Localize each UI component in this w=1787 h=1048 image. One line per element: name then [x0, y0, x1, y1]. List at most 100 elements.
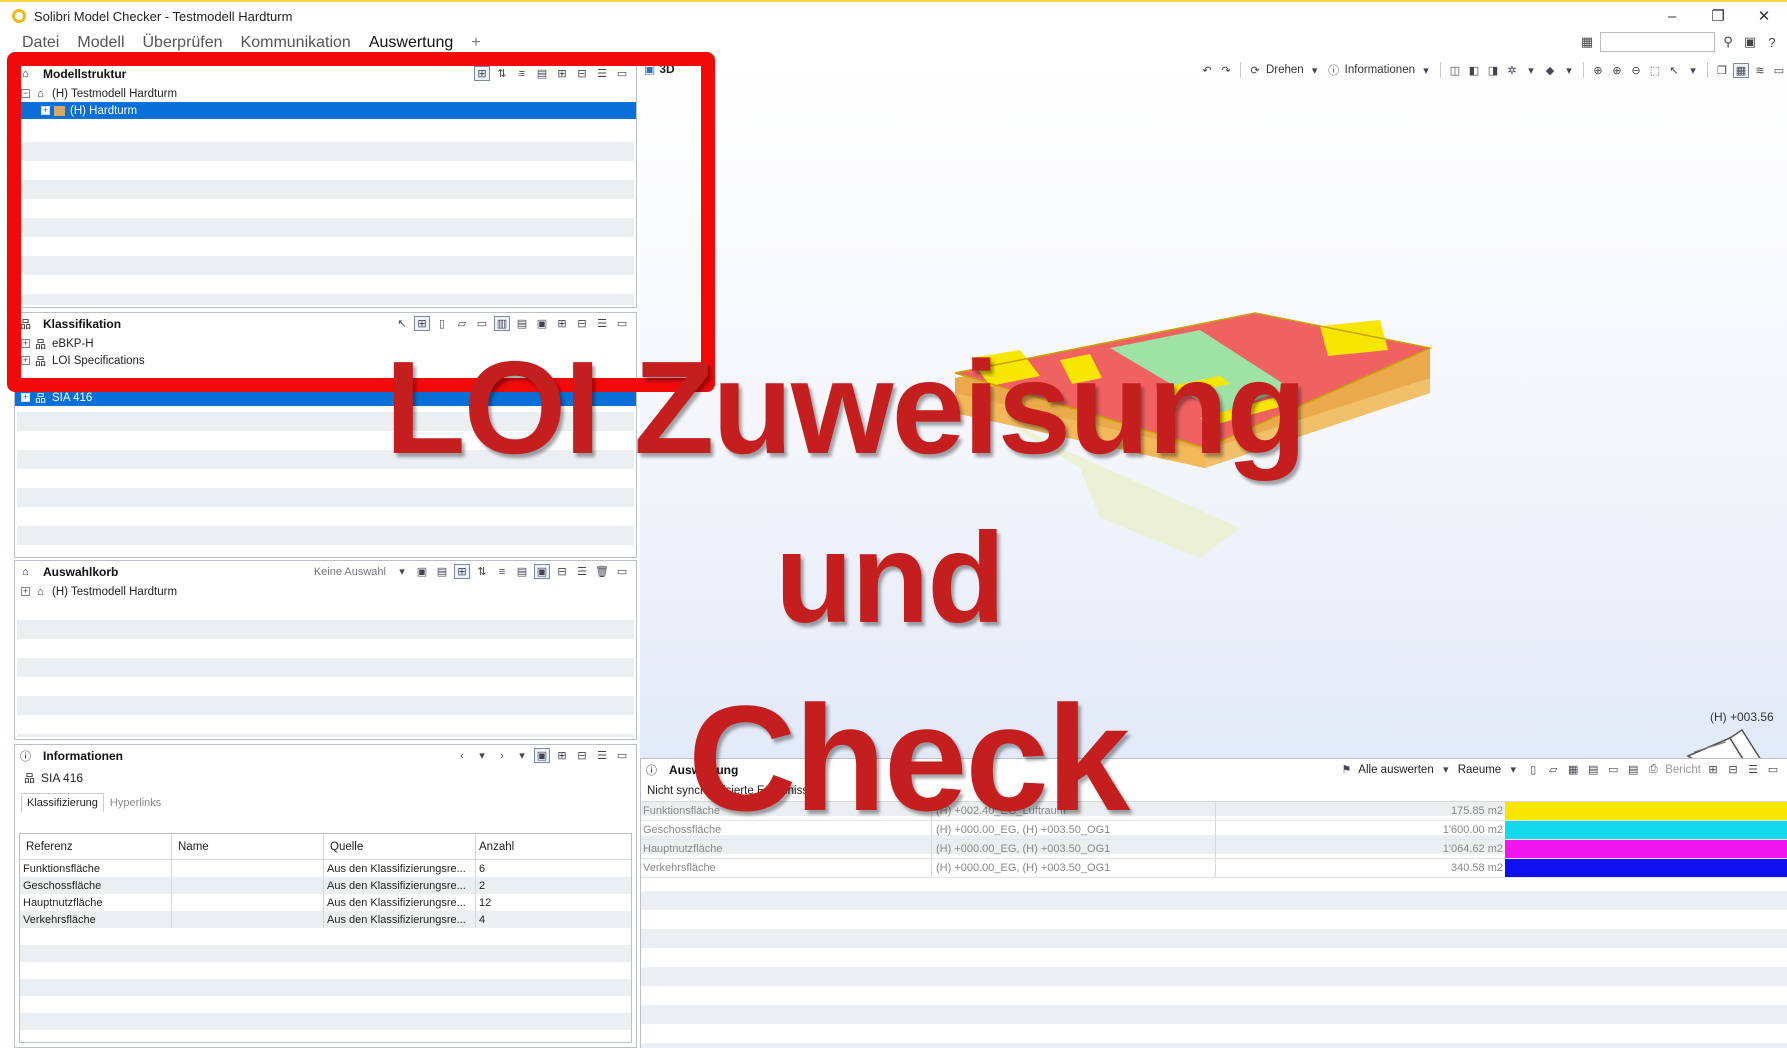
restore-button[interactable]: ❐ [1695, 2, 1741, 30]
info-tabs: Klassifizierung Hyperlinks [21, 793, 636, 812]
tab-hyperlinks[interactable]: Hyperlinks [103, 793, 168, 812]
cell-anzahl: 4 [479, 913, 486, 926]
back-icon[interactable]: ‹ [454, 748, 470, 763]
help-icon[interactable]: ? [1763, 33, 1781, 51]
menu-datei[interactable]: Datei [22, 34, 59, 52]
cell-area: 1'064.62 m2 [1215, 840, 1505, 858]
info-subject: 品 SIA 416 [15, 767, 636, 789]
table-row[interactable]: Funktionsfläche Aus den Klassifizierungs… [20, 860, 631, 877]
expand-icon[interactable]: + [21, 587, 30, 596]
color-swatch [1505, 802, 1787, 820]
table-row[interactable]: Geschossfläche Aus den Klassifizierungsr… [20, 877, 631, 894]
cell-name [172, 911, 324, 928]
maximize-icon[interactable]: ▭ [614, 564, 630, 579]
list-icon[interactable]: ☰ [574, 564, 590, 579]
list-icon[interactable]: ☰ [594, 748, 610, 763]
column-header-referenz[interactable]: Referenz [20, 834, 172, 859]
report-icon[interactable]: ⎙ [1645, 762, 1661, 777]
tab-klassifizierung[interactable]: Klassifizierung [21, 793, 104, 812]
collapse-all-icon[interactable]: ⊟ [1725, 762, 1741, 777]
evaluate-all-dropdown[interactable]: Alle auswerten [1358, 764, 1433, 776]
dropdown-arrow-icon[interactable]: ▾ [1505, 762, 1521, 777]
title-bar: Solibri Model Checker - Testmodell Hardt… [0, 0, 1787, 30]
list-icon[interactable]: ☰ [1745, 762, 1761, 777]
dropdown-arrow-icon[interactable]: ▾ [1438, 762, 1454, 777]
expand-icon[interactable]: + [21, 393, 30, 402]
tree-label: SIA 416 [52, 391, 93, 404]
save-icon[interactable]: ▣ [414, 564, 430, 579]
menu-right-tools: ▦ ⚲ ▣ ? [1578, 32, 1787, 52]
close-button[interactable]: ✕ [1741, 2, 1787, 30]
auswahlkorb-panel: ⌂ Auswahlkorb Keine Auswahl ▾ ▣ ▤ ⊞ ⇅ ≡ … [14, 560, 637, 740]
filter-icon[interactable]: ≡ [494, 564, 510, 579]
forward-icon[interactable]: › [494, 748, 510, 763]
solibri-logo-icon [12, 9, 26, 23]
columns-icon[interactable]: ▤ [514, 564, 530, 579]
save-as-icon[interactable]: ▤ [434, 564, 450, 579]
table-row[interactable]: Hauptnutzfläche Aus den Klassifizierungs… [20, 894, 631, 911]
menu-ueberpruefen[interactable]: Überprüfen [143, 34, 223, 52]
cell-referenz: Geschossfläche [20, 877, 172, 894]
menu-kommunikation[interactable]: Kommunikation [241, 34, 351, 52]
maximize-icon[interactable]: ▭ [614, 748, 630, 763]
sync-icon[interactable]: ▣ [534, 748, 550, 763]
binoculars-icon[interactable]: ⚲ [1719, 33, 1737, 51]
legend-icon[interactable]: ▤ [1625, 762, 1641, 777]
informationen-title: Informationen [43, 749, 123, 763]
menu-auswertung[interactable]: Auswertung [369, 34, 454, 52]
table-row[interactable]: Verkehrsfläche (H) +000.00_EG, (H) +003.… [641, 859, 1787, 878]
tree-row-testmodell[interactable]: + ⌂ (H) Testmodell Hardturm [15, 583, 636, 600]
expand-all-icon[interactable]: ⊞ [554, 748, 570, 763]
save-icon[interactable]: ▣ [1741, 33, 1759, 51]
search-input[interactable] [1600, 32, 1715, 52]
expand-all-icon[interactable]: ⊞ [1705, 762, 1721, 777]
dropdown-arrow-icon[interactable]: ▾ [474, 748, 490, 763]
classification-icon: 品 [24, 773, 35, 785]
color-swatch [1505, 821, 1787, 839]
dropdown-arrow-icon[interactable]: ▾ [514, 748, 530, 763]
layout-icon[interactable]: ▦ [1578, 33, 1596, 51]
chart-icon[interactable]: ▤ [1585, 762, 1601, 777]
cell-floors: (H) +000.00_EG, (H) +003.50_OG1 [931, 859, 1215, 877]
table-row[interactable]: Verkehrsfläche Aus den Klassifizierungsr… [20, 911, 631, 928]
cell-quelle: Aus den Klassifizierungsre... [324, 894, 476, 911]
trash-icon[interactable]: 🗑 [594, 564, 610, 579]
column-header-name[interactable]: Name [172, 834, 324, 859]
cell-name [172, 860, 324, 877]
hierarchy-icon[interactable]: ⊞ [454, 564, 470, 579]
collapse-icon[interactable]: ⊟ [554, 564, 570, 579]
rooms-dropdown[interactable]: Raeume [1458, 764, 1501, 776]
info-icon: ⓘ [646, 765, 657, 777]
column-header-quelle[interactable]: Quelle [324, 834, 476, 859]
minimize-button[interactable]: – [1649, 2, 1695, 30]
auswahlkorb-header: ⌂ Auswahlkorb Keine Auswahl ▾ ▣ ▤ ⊞ ⇅ ≡ … [15, 561, 636, 583]
maximize-icon[interactable]: ▭ [1765, 762, 1781, 777]
cell-name [172, 877, 324, 894]
basket-icon: ⌂ [22, 566, 29, 578]
folder-icon[interactable]: ▭ [1605, 762, 1621, 777]
color-swatch [1505, 840, 1787, 858]
dropdown-arrow-icon[interactable]: ▾ [394, 564, 410, 579]
cell-anzahl: 2 [479, 879, 486, 892]
cell-name [172, 894, 324, 911]
table-header: Referenz Name Quelle Anzahl [20, 834, 631, 860]
selection-dropdown[interactable]: Keine Auswahl [314, 566, 386, 578]
add-tab-button[interactable]: + [471, 34, 480, 52]
select-icon[interactable]: ▣ [534, 564, 550, 579]
informationen-panel: ⓘ Informationen ‹ ▾ › ▾ ▣ ⊞ ⊟ ☰ ▭ 品 SIA … [14, 744, 637, 1048]
report-button[interactable]: Bericht [1665, 764, 1701, 776]
menu-modell[interactable]: Modell [77, 34, 124, 52]
column-header-anzahl[interactable]: Anzahl [476, 834, 631, 859]
sort-icon[interactable]: ⇅ [474, 564, 490, 579]
collapse-all-icon[interactable]: ⊟ [574, 748, 590, 763]
info-icon: ⓘ [20, 751, 31, 763]
new-file-icon[interactable]: ▯ [1525, 762, 1541, 777]
evaluate-icon[interactable]: ⚑ [1338, 762, 1354, 777]
open-folder-icon[interactable]: ▱ [1545, 762, 1561, 777]
cell-quelle: Aus den Klassifizierungsre... [324, 911, 476, 928]
cell-area: 340.58 m2 [1215, 859, 1505, 877]
cell-quelle: Aus den Klassifizierungsre... [324, 877, 476, 894]
classification-icon: 品 [35, 392, 46, 405]
table-icon[interactable]: ▦ [1565, 762, 1581, 777]
cell-anzahl: 12 [479, 896, 492, 909]
